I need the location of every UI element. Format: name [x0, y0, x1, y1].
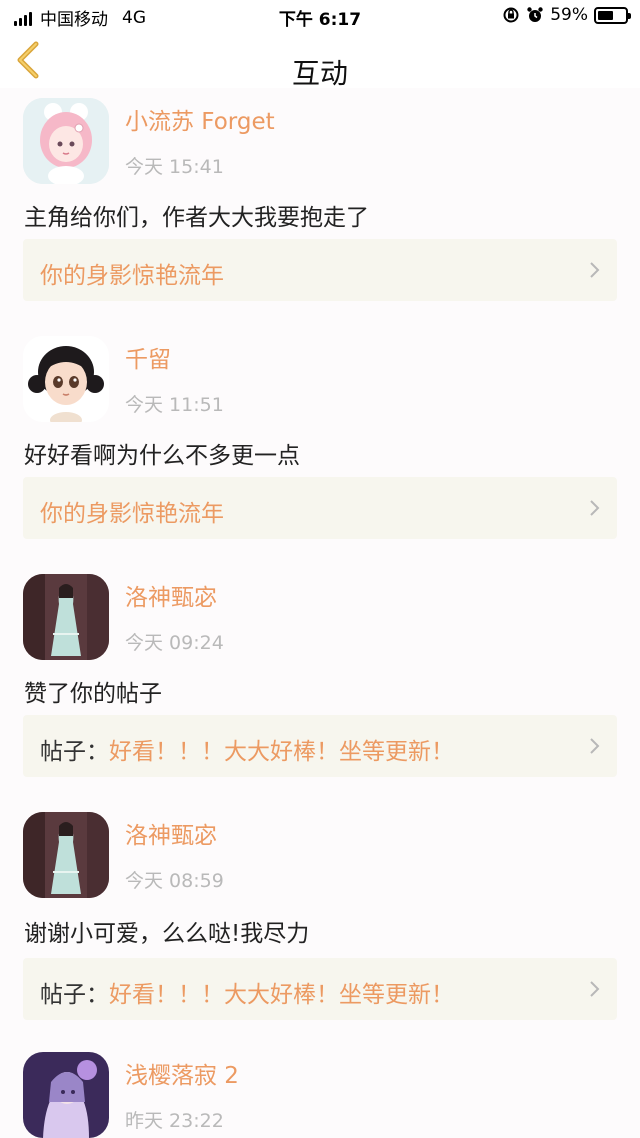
anime-purple-avatar [23, 1052, 109, 1138]
reference-prefix: 帖子： [40, 739, 109, 765]
goddess-avatar [23, 574, 109, 660]
timestamp: 今天 08:59 [125, 870, 224, 892]
username[interactable]: 小流苏 Forget [125, 102, 275, 136]
status-bar: 中国移动 4G 下午 6:17 59% [0, 0, 640, 32]
pink-hair-girl-avatar [23, 98, 109, 184]
chevron-right-icon [590, 262, 600, 278]
alarm-icon [527, 7, 543, 22]
reference-title: 你的身影惊艳流年 [40, 263, 224, 289]
avatar[interactable] [23, 574, 109, 660]
reference-text: 帖子：好看！！！大大好棒！坐等更新！ [40, 732, 454, 766]
reference-title: 好看！！！大大好棒！坐等更新！ [109, 739, 454, 765]
message-text: 主角给你们，作者大大我要抱走了 [24, 205, 369, 231]
goddess-avatar [23, 812, 109, 898]
timestamp: 今天 09:24 [125, 632, 224, 654]
nav-bar: 互动 [0, 32, 640, 90]
battery-percent: 59% [550, 5, 588, 25]
avatar[interactable] [23, 98, 109, 184]
interaction-list: 小流苏 Forget 今天 15:41 主角给你们，作者大大我要抱走了 你的身影… [0, 88, 640, 1138]
username[interactable]: 洛神甄宓 [125, 578, 217, 612]
reference-card[interactable]: 帖子：好看！！！大大好棒！坐等更新！ [23, 958, 617, 1020]
battery-icon [594, 6, 631, 24]
reference-text: 你的身影惊艳流年 [40, 494, 224, 528]
reference-text: 你的身影惊艳流年 [40, 256, 224, 290]
message-text: 谢谢小可爱，么么哒!我尽力 [24, 921, 310, 947]
orientation-lock-icon [503, 7, 519, 23]
reference-title: 你的身影惊艳流年 [40, 501, 224, 527]
chevron-right-icon [590, 500, 600, 516]
black-hair-girl-avatar [23, 336, 109, 422]
chevron-right-icon [590, 738, 600, 754]
timestamp: 今天 11:51 [125, 394, 224, 416]
message-text: 好好看啊为什么不多更一点 [24, 443, 300, 469]
username[interactable]: 浅樱落寂 2 [125, 1056, 239, 1090]
username[interactable]: 千留 [125, 340, 171, 374]
reference-card[interactable]: 你的身影惊艳流年 [23, 477, 617, 539]
timestamp: 今天 15:41 [125, 156, 224, 178]
message-text: 赞了你的帖子 [24, 681, 162, 707]
reference-text: 帖子：好看！！！大大好棒！坐等更新！ [40, 975, 454, 1009]
username[interactable]: 洛神甄宓 [125, 816, 217, 850]
chevron-right-icon [590, 981, 600, 997]
avatar[interactable] [23, 1052, 109, 1138]
avatar[interactable] [23, 336, 109, 422]
timestamp: 昨天 23:22 [125, 1110, 224, 1132]
page-title: 互动 [291, 57, 348, 90]
avatar[interactable] [23, 812, 109, 898]
reference-title: 好看！！！大大好棒！坐等更新！ [109, 982, 454, 1008]
status-right: 59% [502, 5, 631, 25]
reference-prefix: 帖子： [40, 982, 109, 1008]
reference-card[interactable]: 你的身影惊艳流年 [23, 239, 617, 301]
battery-fill [598, 10, 614, 20]
reference-card[interactable]: 帖子：好看！！！大大好棒！坐等更新！ [23, 715, 617, 777]
